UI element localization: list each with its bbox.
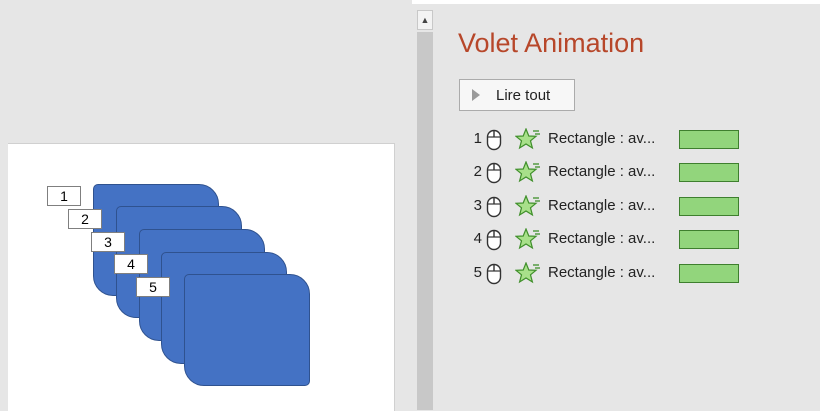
timing-bar[interactable]	[679, 130, 739, 149]
animation-list-item[interactable]: 1 Rectangle : av...	[468, 128, 748, 152]
scroll-up-button[interactable]: ▲	[417, 10, 433, 30]
animation-effect-label: Rectangle : av...	[548, 230, 656, 247]
animation-order-number: 3	[473, 197, 482, 214]
slide-editing-area: 1 2 3 4 5	[0, 0, 412, 411]
animation-order-number: 4	[473, 230, 482, 247]
animation-order-tag[interactable]: 3	[91, 232, 125, 252]
vertical-scrollbar[interactable]: ▲	[412, 8, 438, 410]
timing-bar[interactable]	[679, 163, 739, 182]
animation-list-item[interactable]: 5 Rectangle : av...	[468, 262, 748, 286]
slide-canvas[interactable]: 1 2 3 4 5	[8, 143, 395, 411]
scrollbar-track[interactable]	[417, 32, 433, 410]
mouse-icon	[486, 263, 502, 285]
timing-bar[interactable]	[679, 264, 739, 283]
mouse-icon	[486, 196, 502, 218]
star-icon	[515, 262, 540, 284]
animation-order-tag[interactable]: 5	[136, 277, 170, 297]
star-icon	[515, 195, 540, 217]
animation-order-tag[interactable]: 2	[68, 209, 102, 229]
rectangle-shape-5[interactable]	[184, 274, 310, 386]
mouse-icon	[486, 129, 502, 151]
animation-list-item[interactable]: 4 Rectangle : av...	[468, 228, 748, 252]
star-icon	[515, 161, 540, 183]
animation-effect-label: Rectangle : av...	[548, 130, 656, 147]
animation-pane: Volet Animation Lire tout 1 Rectangle : a…	[438, 4, 820, 410]
mouse-icon	[486, 229, 502, 251]
animation-effect-label: Rectangle : av...	[548, 197, 656, 214]
animation-list-item[interactable]: 3 Rectangle : av...	[468, 195, 748, 219]
timing-bar[interactable]	[679, 197, 739, 216]
timing-bar[interactable]	[679, 230, 739, 249]
play-icon	[472, 89, 480, 101]
animation-order-number: 5	[473, 264, 482, 281]
animation-order-number: 1	[473, 130, 482, 147]
animation-order-tag[interactable]: 4	[114, 254, 148, 274]
play-all-label: Lire tout	[496, 86, 551, 104]
animation-order-number: 2	[473, 163, 482, 180]
star-icon	[515, 228, 540, 250]
animation-order-tag[interactable]: 1	[47, 186, 81, 206]
star-icon	[515, 128, 540, 150]
animation-list-item[interactable]: 2 Rectangle : av...	[468, 161, 748, 185]
play-all-button[interactable]: Lire tout	[459, 79, 575, 111]
pane-title: Volet Animation	[458, 28, 645, 58]
animation-effect-label: Rectangle : av...	[548, 264, 656, 281]
animation-effect-label: Rectangle : av...	[548, 163, 656, 180]
chevron-up-icon: ▲	[420, 15, 430, 25]
mouse-icon	[486, 162, 502, 184]
